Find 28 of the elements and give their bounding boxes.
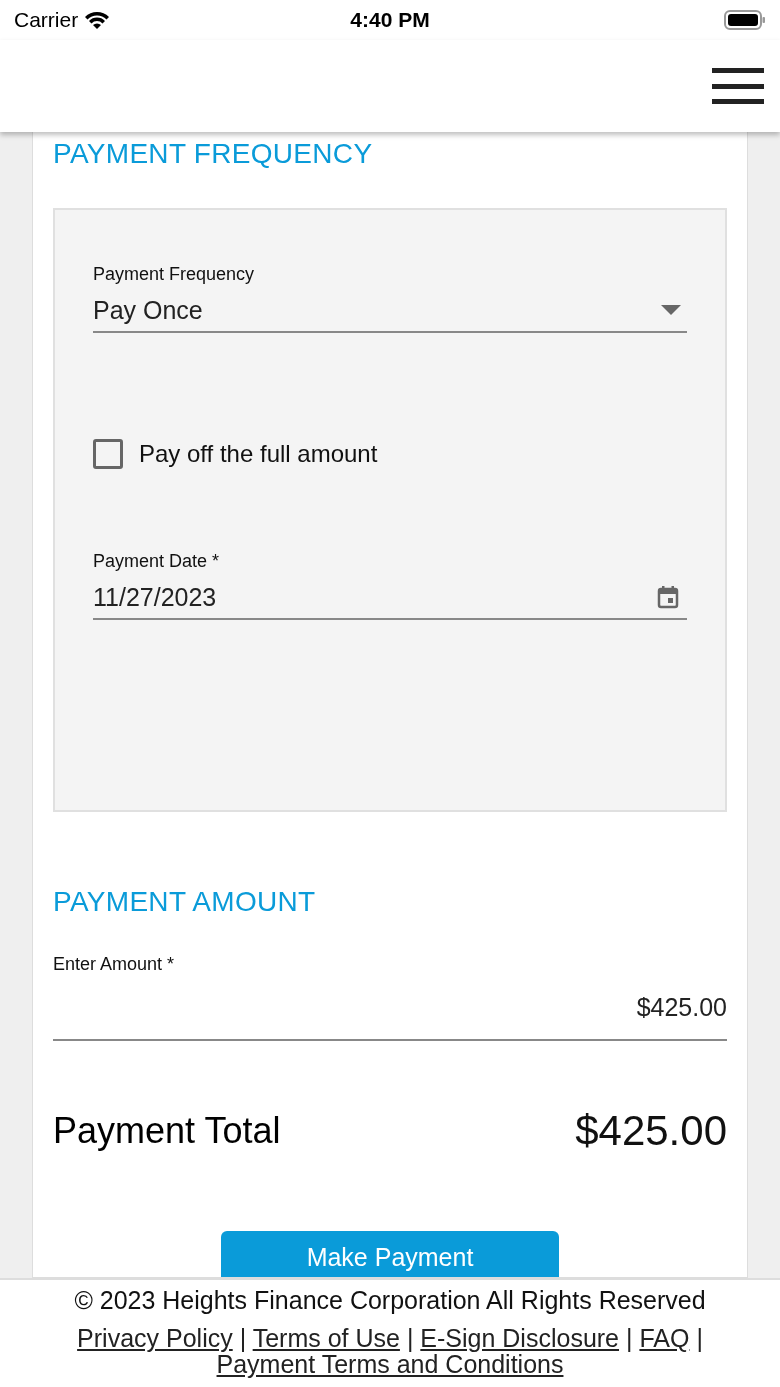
menu-button[interactable] xyxy=(712,68,764,104)
total-label: Payment Total xyxy=(53,1110,281,1152)
copyright-text: © 2023 Heights Finance Corporation All Rights Reserved xyxy=(73,1286,707,1315)
checkbox[interactable] xyxy=(93,439,123,469)
field-label: Payment Frequency xyxy=(93,264,256,285)
link-separator: | xyxy=(625,1324,633,1352)
battery-icon xyxy=(724,10,766,30)
link-separator: | xyxy=(239,1324,247,1352)
link-separator: | xyxy=(696,1324,703,1352)
clock-time: 4:40 PM xyxy=(350,8,430,32)
footer-link[interactable]: Privacy Policy xyxy=(77,1324,233,1352)
caret-icon xyxy=(661,305,681,315)
frequency-dropdown[interactable]: Pay Once xyxy=(93,289,687,333)
wifi-icon xyxy=(84,10,111,30)
link-separator: | xyxy=(406,1324,414,1352)
checkbox-label: Pay off the full amount xyxy=(139,440,378,468)
date-field[interactable]: 11/27/2023 xyxy=(93,576,687,620)
footer-link[interactable]: Terms of Use xyxy=(252,1324,400,1352)
footer-link[interactable]: E-Sign Disclosure xyxy=(420,1324,619,1352)
footer-link[interactable]: FAQ xyxy=(639,1324,690,1352)
field-label: Enter Amount * xyxy=(53,954,176,975)
carrier-name: Carrier xyxy=(14,8,79,32)
section-title: PAYMENT AMOUNT xyxy=(53,886,317,918)
total-amount: $425.00 xyxy=(575,1107,727,1155)
calendar-icon xyxy=(657,585,679,609)
field-label: Payment Date * xyxy=(93,551,221,572)
amount-field[interactable]: $425.00 xyxy=(53,975,727,1041)
section-title: PAYMENT FREQUENCY xyxy=(53,138,374,170)
